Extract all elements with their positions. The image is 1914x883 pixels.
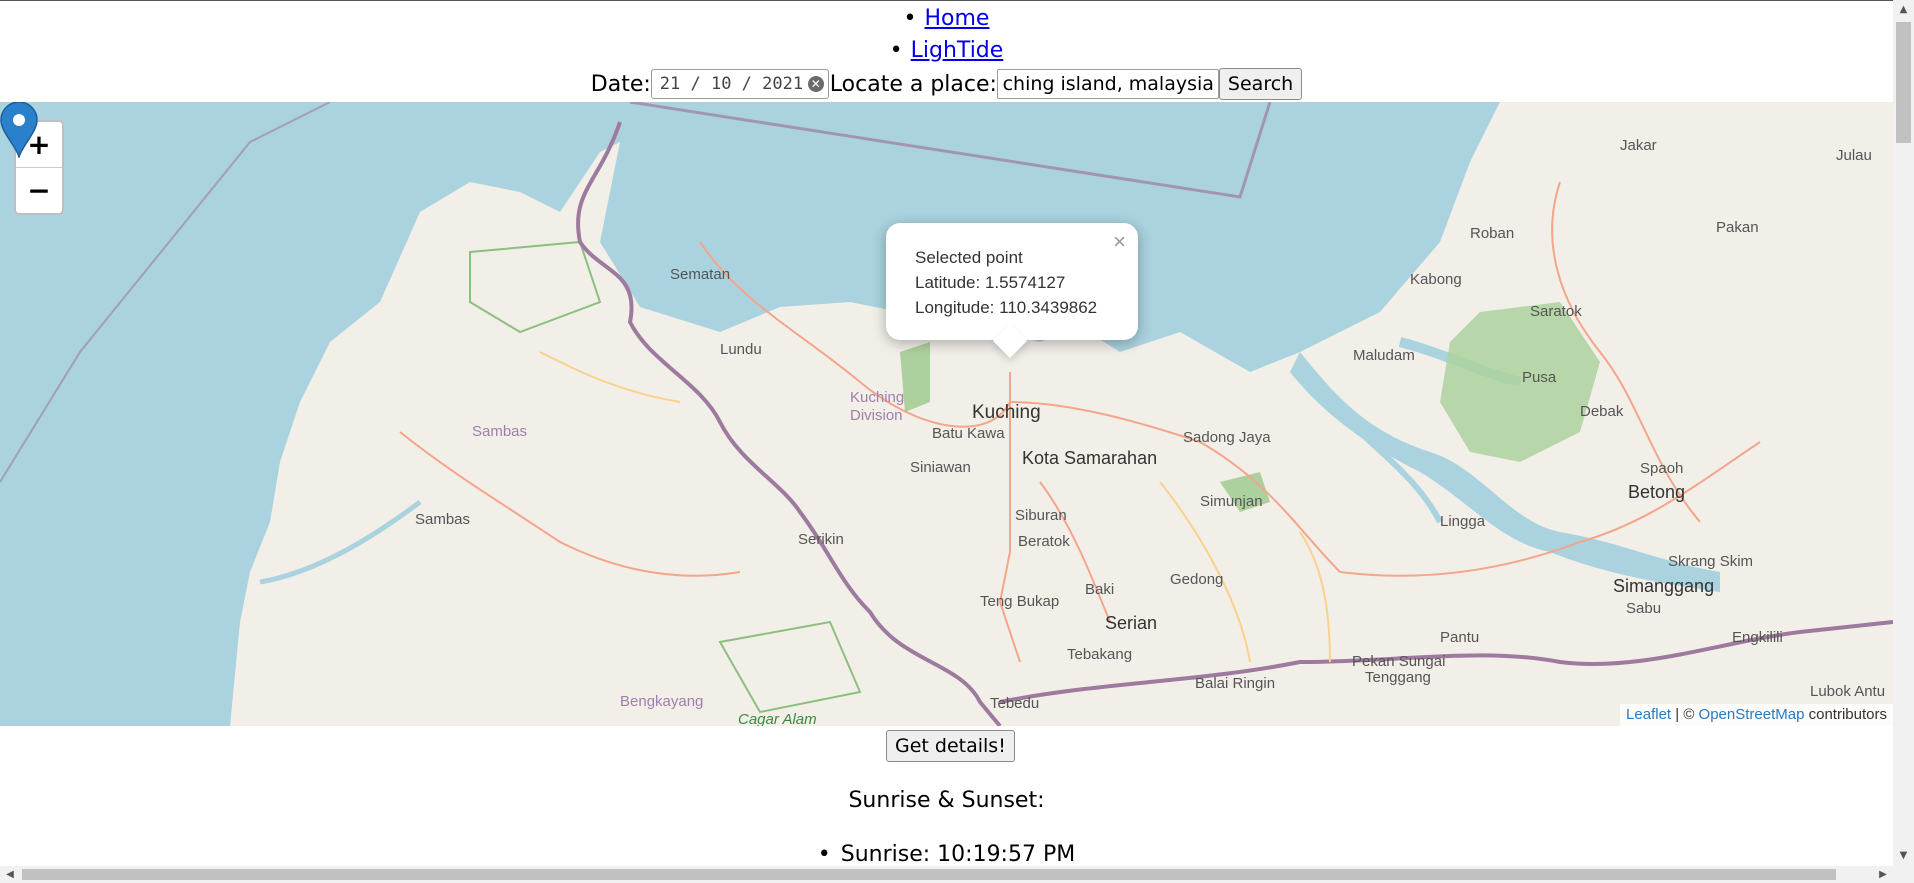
svg-text:Lingga: Lingga bbox=[1440, 513, 1486, 530]
svg-text:Sadong Jaya: Sadong Jaya bbox=[1183, 429, 1271, 446]
svg-text:Skrang Skim: Skrang Skim bbox=[1668, 553, 1753, 570]
svg-text:Pekan Sungai: Pekan Sungai bbox=[1352, 653, 1445, 670]
svg-text:Division: Division bbox=[850, 407, 903, 424]
map-view[interactable]: Sematan Lundu Kuching Division Sambas Sa… bbox=[0, 102, 1893, 726]
osm-link[interactable]: OpenStreetMap bbox=[1699, 706, 1805, 723]
scroll-right-icon[interactable]: ▶ bbox=[1873, 866, 1893, 883]
search-bar: Date: 21 / 10 / 2021 ✕ Locate a place: S… bbox=[0, 67, 1893, 101]
attribution-separator: | © bbox=[1671, 706, 1699, 723]
popup-longitude: Longitude: 110.3439862 bbox=[915, 298, 1098, 317]
svg-text:Julau: Julau bbox=[1836, 147, 1872, 164]
popup-latitude: Latitude: 1.5574127 bbox=[915, 273, 1066, 292]
scroll-down-icon[interactable]: ▼ bbox=[1893, 846, 1914, 866]
date-label: Date: bbox=[590, 71, 651, 97]
date-input[interactable]: 21 / 10 / 2021 ✕ bbox=[650, 69, 829, 99]
map-attribution: Leaflet | © OpenStreetMap contributors bbox=[1620, 704, 1893, 726]
nav-item-lightide: LighTide bbox=[0, 35, 1893, 67]
svg-text:Teng Bukap: Teng Bukap bbox=[980, 593, 1059, 610]
search-button[interactable]: Search bbox=[1218, 68, 1303, 100]
svg-text:Gedong: Gedong bbox=[1170, 571, 1223, 588]
svg-text:Debak: Debak bbox=[1580, 403, 1624, 420]
scroll-left-icon[interactable]: ◀ bbox=[0, 866, 20, 883]
svg-text:Pakan: Pakan bbox=[1716, 219, 1759, 236]
nav-item-home: Home bbox=[0, 3, 1893, 35]
map-tiles: Sematan Lundu Kuching Division Sambas Sa… bbox=[0, 102, 1893, 726]
svg-text:Roban: Roban bbox=[1470, 225, 1514, 242]
svg-text:Kota Samarahan: Kota Samarahan bbox=[1022, 448, 1157, 468]
map-popup: × Selected point Latitude: 1.5574127 Lon… bbox=[886, 223, 1138, 358]
home-link[interactable]: Home bbox=[925, 6, 990, 31]
svg-text:Maludam: Maludam bbox=[1353, 347, 1415, 364]
svg-text:Balai Ringin: Balai Ringin bbox=[1195, 675, 1275, 692]
svg-text:Beratok: Beratok bbox=[1018, 533, 1070, 550]
popup-content: Selected point Latitude: 1.5574127 Longi… bbox=[915, 245, 1097, 320]
svg-text:Siburan: Siburan bbox=[1015, 507, 1067, 524]
svg-text:Engkilili: Engkilili bbox=[1732, 629, 1783, 646]
svg-text:Siniawan: Siniawan bbox=[910, 459, 971, 476]
svg-text:Simunjan: Simunjan bbox=[1200, 493, 1263, 510]
sun-times-list: Sunrise: 10:19:57 PM bbox=[0, 842, 1893, 867]
vertical-scrollbar[interactable]: ▲ ▼ bbox=[1893, 0, 1914, 866]
map-marker-icon[interactable] bbox=[0, 102, 38, 158]
svg-text:Tebakang: Tebakang bbox=[1067, 646, 1132, 663]
place-input[interactable] bbox=[996, 69, 1219, 99]
date-value: 21 / 10 / 2021 bbox=[659, 74, 804, 94]
attribution-suffix: contributors bbox=[1804, 706, 1887, 723]
svg-text:Sabu: Sabu bbox=[1626, 600, 1661, 617]
horizontal-scrollbar[interactable]: ◀ ▶ bbox=[0, 866, 1914, 883]
vertical-scroll-thumb[interactable] bbox=[1896, 22, 1911, 143]
clear-icon[interactable]: ✕ bbox=[807, 76, 824, 92]
sunrise-sunset-heading: Sunrise & Sunset: bbox=[848, 788, 1045, 813]
place-label: Locate a place: bbox=[829, 71, 997, 97]
get-details-button[interactable]: Get details! bbox=[886, 730, 1015, 762]
svg-text:Serikin: Serikin bbox=[798, 531, 844, 548]
svg-text:Simanggang: Simanggang bbox=[1613, 576, 1714, 596]
svg-text:Sambas: Sambas bbox=[472, 423, 527, 440]
svg-text:Betong: Betong bbox=[1628, 482, 1685, 502]
svg-text:Sematan: Sematan bbox=[670, 266, 730, 283]
svg-text:Lundu: Lundu bbox=[720, 341, 762, 358]
zoom-out-button[interactable]: − bbox=[16, 168, 62, 213]
popup-title: Selected point bbox=[915, 248, 1023, 267]
svg-text:Sambas: Sambas bbox=[415, 511, 470, 528]
horizontal-scroll-thumb[interactable] bbox=[22, 869, 1836, 880]
svg-text:Saratok: Saratok bbox=[1530, 303, 1582, 320]
close-icon[interactable]: × bbox=[1113, 229, 1126, 255]
svg-text:Bengkayang: Bengkayang bbox=[620, 693, 703, 710]
svg-text:Kuching: Kuching bbox=[850, 389, 904, 406]
svg-text:Serian: Serian bbox=[1105, 613, 1157, 633]
svg-text:Tebedu: Tebedu bbox=[990, 695, 1039, 712]
lightide-link[interactable]: LighTide bbox=[911, 38, 1004, 63]
svg-text:Jakar: Jakar bbox=[1620, 137, 1657, 154]
svg-text:Tenggang: Tenggang bbox=[1365, 669, 1431, 686]
svg-text:Cagar Alam: Cagar Alam bbox=[738, 711, 817, 726]
svg-text:Batu Kawa: Batu Kawa bbox=[932, 425, 1005, 442]
nav-list: Home LighTide bbox=[0, 0, 1893, 67]
svg-text:Lubok Antu: Lubok Antu bbox=[1810, 683, 1885, 700]
scroll-up-icon[interactable]: ▲ bbox=[1893, 0, 1914, 20]
svg-text:Kuching: Kuching bbox=[972, 402, 1041, 423]
svg-text:Spaoh: Spaoh bbox=[1640, 460, 1683, 477]
svg-text:Pusa: Pusa bbox=[1522, 369, 1557, 386]
leaflet-link[interactable]: Leaflet bbox=[1626, 706, 1671, 723]
svg-text:Pantu: Pantu bbox=[1440, 629, 1479, 646]
sunrise-item: Sunrise: 10:19:57 PM bbox=[0, 842, 1893, 867]
svg-text:Kabong: Kabong bbox=[1410, 271, 1462, 288]
svg-text:Baki: Baki bbox=[1085, 581, 1114, 598]
